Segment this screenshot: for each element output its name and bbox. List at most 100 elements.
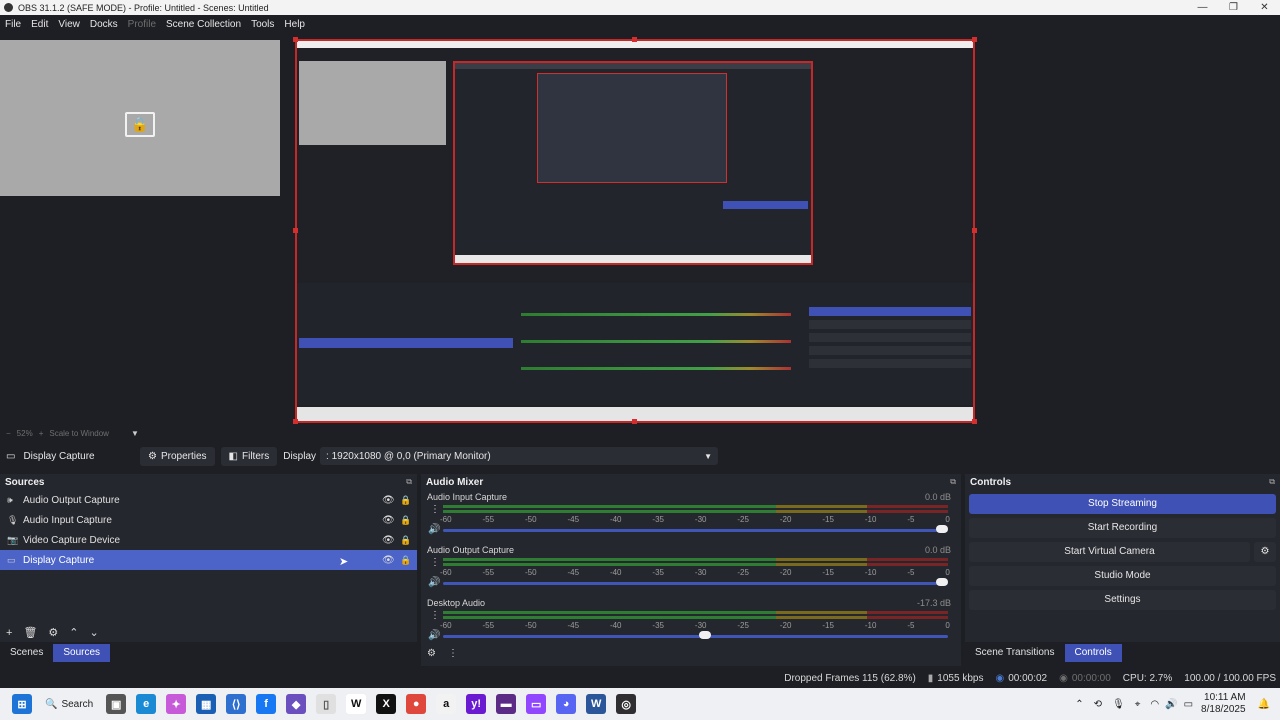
tab-scene-transitions[interactable]: Scene Transitions [965,644,1065,662]
display-capture-source[interactable] [295,39,975,423]
tab-scenes[interactable]: Scenes [0,644,53,662]
facebook-icon[interactable]: f [256,694,277,714]
add-icon[interactable]: + [6,627,12,639]
chevron-down-icon[interactable]: ▼ [131,429,139,438]
gear-icon[interactable]: ⚙ [48,626,58,639]
eye-icon[interactable]: 👁 [382,515,395,526]
twitch-icon[interactable]: ▭ [526,694,547,714]
taskbar-search[interactable]: 🔍 Search [45,699,93,710]
media-icon[interactable]: ▬ [496,694,517,714]
filters-button[interactable]: ◧ Filters [220,446,278,466]
start-recording-button[interactable]: Start Recording [969,518,1276,538]
studio-mode-button[interactable]: Studio Mode [969,566,1276,586]
zoom-out-icon[interactable]: − [6,429,11,438]
notification-icon[interactable]: 🔔 [1258,699,1270,710]
menu-scene-collection[interactable]: Scene Collection [161,19,246,30]
wifi-icon[interactable]: ◠ [1150,699,1159,710]
zoom-in-icon[interactable]: + [39,429,44,438]
source-item[interactable]: 🎙 Audio Input Capture 👁 🔒 [0,510,417,530]
volume-slider-knob[interactable] [936,525,948,533]
close-icon[interactable]: ✕ [1249,2,1280,13]
menu-help[interactable]: Help [279,19,310,30]
kebab-menu-icon[interactable]: ⋮ [430,557,440,568]
menu-profile[interactable]: Profile [123,19,161,30]
mixer-settings-icon[interactable]: ⚙ [427,648,436,659]
menu-file[interactable]: File [0,19,26,30]
wikipedia-icon[interactable]: W [346,694,367,714]
resize-handle[interactable] [972,228,977,233]
minimize-icon[interactable]: — [1187,2,1218,13]
volume-slider[interactable] [443,582,948,585]
resize-handle[interactable] [632,419,637,424]
x-icon[interactable]: X [376,694,397,714]
lock-icon[interactable]: 🔒 [400,535,411,546]
chevron-up-icon[interactable]: ⌃ [1075,699,1083,710]
preview-canvas[interactable]: 🔒 [0,33,1280,425]
move-down-icon[interactable]: ⌄ [90,626,99,639]
speaker-icon[interactable]: 🔊 [428,577,440,588]
speaker-icon[interactable]: 🔊 [428,524,440,535]
windows-start-icon[interactable]: ⊞ [12,694,32,714]
copilot-icon[interactable]: ✦ [166,694,187,714]
resize-handle[interactable] [293,419,298,424]
volume-icon[interactable]: 🔊 [1165,699,1177,710]
kebab-menu-icon[interactable]: ⋮ [430,504,440,515]
settings-button[interactable]: Settings [969,590,1276,610]
properties-button[interactable]: ⚙ Properties [140,446,215,466]
vscode-icon[interactable]: ⟨⟩ [226,694,247,714]
kebab-menu-icon[interactable]: ⋮ [430,610,440,621]
clock[interactable]: 10:11 AM 8/18/2025 [1201,692,1246,716]
trash-icon[interactable]: 🗑 [23,626,37,639]
obs-icon[interactable]: ◎ [616,694,637,714]
kebab-menu-icon[interactable]: ⋮ [448,648,458,659]
vpn-icon[interactable]: ◆ [286,694,307,714]
start-virtual-camera-button[interactable]: Start Virtual Camera [969,542,1250,562]
sync-icon[interactable]: ⟲ [1094,699,1102,710]
display-select[interactable]: : 1920x1080 @ 0,0 (Primary Monitor) ▼ [320,447,719,465]
menu-edit[interactable]: Edit [26,19,53,30]
discord-icon[interactable]: ◕ [556,694,577,714]
undock-icon[interactable]: ⧉ [1269,477,1275,487]
menu-tools[interactable]: Tools [246,19,279,30]
volume-slider-knob[interactable] [936,578,948,586]
eye-icon[interactable]: 👁 [382,555,395,566]
eye-icon[interactable]: 👁 [382,495,395,506]
source-item-selected[interactable]: ▭ Display Capture ➤ 👁 🔒 [0,550,417,570]
source-item[interactable]: 📷 Video Capture Device 👁 🔒 [0,530,417,550]
undock-icon[interactable]: ⧉ [950,477,956,487]
lock-icon[interactable]: 🔒 [400,515,411,526]
file-icon[interactable]: ▯ [316,694,337,714]
speaker-icon[interactable]: 🔊 [428,630,440,641]
volume-slider-knob[interactable] [698,631,711,639]
battery-icon[interactable]: ▭ [1184,699,1193,710]
amazon-icon[interactable]: a [436,694,457,714]
resize-handle[interactable] [293,228,298,233]
source-item[interactable]: 🕪 Audio Output Capture 👁 🔒 [0,490,417,510]
location-icon[interactable]: ⌖ [1135,699,1141,710]
eye-icon[interactable]: 👁 [382,535,395,546]
menu-docks[interactable]: Docks [85,19,123,30]
volume-slider[interactable] [443,635,948,638]
tab-sources[interactable]: Sources [53,644,111,662]
word-icon[interactable]: W [586,694,607,714]
move-up-icon[interactable]: ⌃ [69,626,78,639]
stop-streaming-button[interactable]: Stop Streaming [969,494,1276,514]
lock-icon[interactable]: 🔒 [400,495,411,506]
microphone-icon[interactable]: 🎙 [1112,699,1125,710]
yahoo-icon[interactable]: y! [466,694,487,714]
reddit-icon[interactable]: ● [406,694,427,714]
resize-handle[interactable] [972,419,977,424]
resize-handle[interactable] [972,37,977,42]
tab-controls[interactable]: Controls [1064,644,1122,662]
menu-view[interactable]: View [53,19,85,30]
maximize-icon[interactable]: ❐ [1218,2,1249,13]
task-view-icon[interactable]: ▣ [106,694,127,714]
lock-icon[interactable]: 🔒 [400,555,411,566]
resize-handle[interactable] [293,37,298,42]
store-icon[interactable]: ▦ [196,694,217,714]
edge-icon[interactable]: e [136,694,157,714]
scale-mode[interactable]: Scale to Window [49,429,109,438]
virtual-camera-settings-button[interactable]: ⚙ [1254,542,1276,562]
undock-icon[interactable]: ⧉ [406,477,412,487]
resize-handle[interactable] [632,37,637,42]
